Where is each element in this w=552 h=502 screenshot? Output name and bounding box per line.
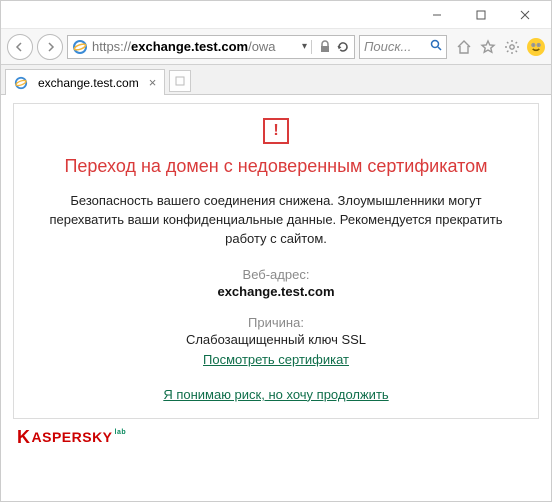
- favorites-icon[interactable]: [479, 38, 497, 56]
- url-text: https://exchange.test.com/owa: [92, 39, 296, 54]
- search-bar[interactable]: Поиск...: [359, 35, 447, 59]
- warning-icon: !: [263, 118, 289, 144]
- tools-gear-icon[interactable]: [503, 38, 521, 56]
- view-certificate-link[interactable]: Посмотреть сертификат: [203, 352, 349, 367]
- tab-bar: exchange.test.com ×: [1, 65, 551, 95]
- back-button[interactable]: [7, 34, 33, 60]
- tab-title: exchange.test.com: [38, 76, 139, 90]
- warning-card: ! Переход на домен с недоверенным сертиф…: [13, 103, 539, 419]
- window-maximize-button[interactable]: [459, 1, 503, 29]
- web-address-label: Веб-адрес:: [42, 267, 510, 282]
- refresh-icon[interactable]: [336, 40, 350, 54]
- page-content: ! Переход на домен с недоверенным сертиф…: [1, 95, 551, 452]
- footer: KKASPERSKYASPERSKYlab: [13, 427, 539, 448]
- reason-value: Слабозащищенный ключ SSL: [42, 332, 510, 347]
- kaspersky-logo: KKASPERSKYASPERSKYlab: [17, 427, 126, 448]
- lock-icon: [318, 40, 332, 54]
- new-tab-button[interactable]: [169, 70, 191, 92]
- window-minimize-button[interactable]: [415, 1, 459, 29]
- web-address-value: exchange.test.com: [42, 284, 510, 299]
- window-titlebar: [1, 1, 551, 29]
- ie-icon: [14, 76, 28, 90]
- browser-navbar: https://exchange.test.com/owa ▾ Поиск...: [1, 29, 551, 65]
- proceed-anyway-link[interactable]: Я понимаю риск, но хочу продолжить: [163, 387, 388, 402]
- search-icon[interactable]: [426, 39, 442, 54]
- url-dropdown-icon[interactable]: ▾: [296, 41, 309, 52]
- window-close-button[interactable]: [503, 1, 547, 29]
- feedback-smiley-icon[interactable]: [527, 38, 545, 56]
- ie-icon: [72, 39, 88, 55]
- search-placeholder: Поиск...: [364, 39, 426, 54]
- address-bar[interactable]: https://exchange.test.com/owa ▾: [67, 35, 355, 59]
- home-icon[interactable]: [455, 38, 473, 56]
- warning-body: Безопасность вашего соединения снижена. …: [42, 192, 510, 249]
- warning-title: Переход на домен с недоверенным сертифик…: [42, 154, 510, 178]
- tab-close-icon[interactable]: ×: [145, 75, 157, 90]
- forward-button[interactable]: [37, 34, 63, 60]
- browser-tab[interactable]: exchange.test.com ×: [5, 69, 165, 95]
- reason-label: Причина:: [42, 315, 510, 330]
